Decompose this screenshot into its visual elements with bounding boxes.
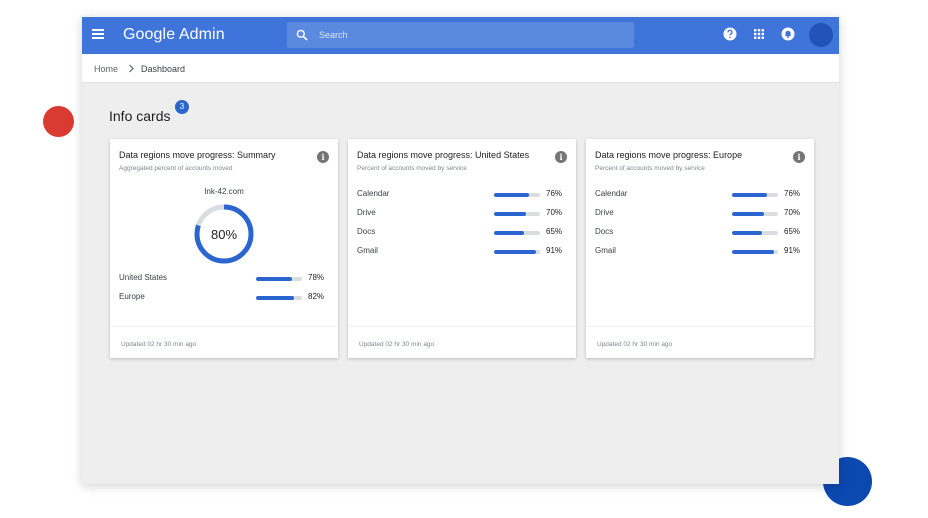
card-footer: Updated 02 hr 30 min ago [348,326,576,358]
row-percent: 65% [784,227,801,236]
hamburger-icon[interactable] [92,29,104,39]
row-label: Calendar [595,189,628,198]
apps-grid-icon[interactable] [752,27,766,41]
progress-bar-fill [732,231,762,235]
help-icon[interactable] [723,27,737,41]
card-footer: Updated 02 hr 30 min ago [586,326,814,358]
card-footer: Updated 02 hr 30 min ago [110,326,338,358]
breadcrumb: Home Dashboard [82,54,839,83]
row-percent: 76% [546,189,563,198]
progress-bar [494,250,540,254]
row-label: United States [119,273,168,282]
row-label: Drive [357,208,376,217]
chevron-right-icon [129,64,134,73]
row-label: Calendar [357,189,390,198]
progress-bar [494,231,540,235]
progress-bar [732,212,778,216]
info-card-summary: Data regions move progress: Summary Aggr… [110,139,338,358]
updated-timestamp: Updated 02 hr 30 min ago [597,341,673,348]
info-icon[interactable]: i [793,151,805,163]
row-percent: 91% [784,246,801,255]
progress-bar [732,231,778,235]
progress-bar [732,193,778,197]
progress-row: Docs 65% [348,227,576,239]
row-label: Drive [595,208,614,217]
row-label: Docs [595,227,614,236]
progress-row: Drive 70% [348,208,576,220]
top-app-bar: Google Admin [82,17,839,54]
progress-bar [494,212,540,216]
progress-bar-fill [732,193,767,197]
breadcrumb-current: Dashboard [141,64,186,74]
progress-row: United States 78% [110,273,338,285]
updated-timestamp: Updated 02 hr 30 min ago [359,341,435,348]
progress-bar [732,250,778,254]
progress-bar [256,296,302,300]
progress-bar [494,193,540,197]
row-label: Gmail [357,246,378,255]
info-icon[interactable]: i [555,151,567,163]
card-subtitle: Percent of accounts moved by service [357,165,467,172]
card-subtitle: Percent of accounts moved by service [595,165,705,172]
updated-timestamp: Updated 02 hr 30 min ago [121,341,197,348]
row-percent: 76% [784,189,801,198]
progress-row: Calendar 76% [586,189,814,201]
bell-icon[interactable] [781,27,795,41]
domain-label: Ink-42.com [204,187,244,196]
breadcrumb-home-link[interactable]: Home [94,64,118,74]
search-input[interactable] [319,22,619,48]
page-title: Info cards [109,108,171,124]
count-badge: 3 [175,100,189,114]
progress-row: Gmail 91% [348,246,576,258]
card-title: Data regions move progress: Europe [595,150,743,160]
row-label: Docs [357,227,376,236]
progress-bar-fill [494,231,524,235]
progress-row: Drive 70% [586,208,814,220]
avatar[interactable] [809,23,833,47]
row-percent: 82% [308,292,325,301]
progress-row: Docs 65% [586,227,814,239]
row-percent: 70% [784,208,801,217]
info-card-united-states: Data regions move progress: United State… [348,139,576,358]
progress-row: Calendar 76% [348,189,576,201]
brand-title: Google Admin [123,26,225,43]
progress-row: Europe 82% [110,292,338,304]
row-percent: 70% [546,208,563,217]
progress-bar-fill [494,193,529,197]
row-label: Europe [119,292,145,301]
progress-bar-fill [494,250,536,254]
decorative-red-circle [43,106,74,137]
row-percent: 91% [546,246,563,255]
progress-bar-fill [256,296,294,300]
admin-window: Google Admin Home [82,17,839,484]
card-title: Data regions move progress: Summary [119,150,276,160]
info-icon[interactable]: i [317,151,329,163]
progress-bar-fill [494,212,527,216]
progress-bar-fill [732,250,774,254]
progress-ring-value: 80% [210,227,238,242]
search-icon [296,29,308,41]
row-percent: 78% [308,273,325,282]
search-box[interactable] [287,22,634,48]
card-subtitle: Aggregated percent of accounts moved [119,165,233,172]
info-card-europe: Data regions move progress: Europe Perce… [586,139,814,358]
progress-bar-fill [732,212,765,216]
progress-bar-fill [256,277,292,281]
card-title: Data regions move progress: United State… [357,150,530,160]
progress-row: Gmail 91% [586,246,814,258]
row-percent: 65% [546,227,563,236]
progress-bar [256,277,302,281]
row-label: Gmail [595,246,616,255]
